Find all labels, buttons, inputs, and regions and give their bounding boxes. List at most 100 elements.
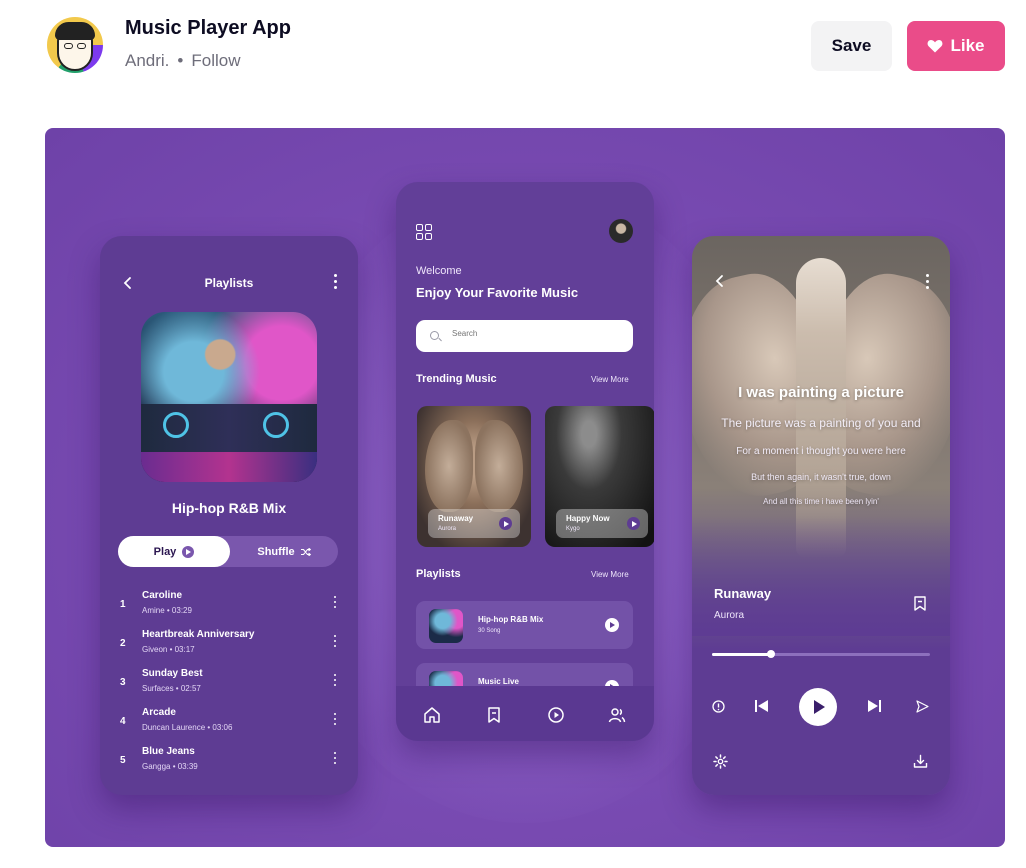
like-label: Like xyxy=(950,36,985,55)
play-icon[interactable] xyxy=(499,517,512,530)
track-name: Caroline xyxy=(142,590,183,601)
download-icon[interactable] xyxy=(913,754,928,769)
trending-card-artist: Kygo xyxy=(566,526,580,532)
trending-card[interactable]: Happy Now Kygo xyxy=(545,406,654,547)
settings-gear-icon[interactable] xyxy=(713,754,728,769)
track-name: Sunday Best xyxy=(142,668,203,679)
track-meta: Surfaces • 02:57 xyxy=(142,684,201,693)
lyric-line: But then again, it wasn't true, down xyxy=(751,472,891,482)
bottom-tab-bar xyxy=(396,686,654,741)
search-bar[interactable] xyxy=(416,320,633,352)
track-number: 1 xyxy=(120,599,126,610)
playlists-title: Playlists xyxy=(416,568,461,580)
track-row[interactable]: 4 Arcade Duncan Laurence • 03:06 xyxy=(100,705,358,741)
progress-fill xyxy=(712,653,771,656)
trending-card-title: Happy Now xyxy=(566,514,610,523)
playlists-view-more-link[interactable]: View More xyxy=(591,570,629,579)
send-icon[interactable] xyxy=(916,700,929,713)
track-name: Arcade xyxy=(142,707,176,718)
card-art-wing xyxy=(475,420,523,512)
profile-icon[interactable] xyxy=(608,706,626,724)
album-deck-knob xyxy=(163,412,189,438)
playlist-item-title: Hip-hop R&B Mix xyxy=(478,615,544,624)
playlist-thumbnail xyxy=(429,609,463,643)
user-avatar[interactable] xyxy=(609,219,633,243)
designer-avatar[interactable] xyxy=(47,17,103,73)
playlist-screen-title: Playlists xyxy=(204,276,254,290)
play-button[interactable]: Play xyxy=(118,536,230,567)
shot-header: Music Player App Andri. • Follow Save Like xyxy=(0,0,1026,100)
track-number: 2 xyxy=(120,638,126,649)
home-icon[interactable] xyxy=(423,706,441,724)
trending-card[interactable]: Runaway Aurora xyxy=(417,406,531,547)
heart-icon xyxy=(928,40,943,53)
player-screen: I was painting a picture The picture was… xyxy=(692,236,950,795)
track-options-icon[interactable] xyxy=(334,635,338,650)
follow-link[interactable]: Follow xyxy=(191,51,240,70)
info-icon[interactable] xyxy=(712,700,725,713)
track-row[interactable]: 1 Caroline Amine • 03:29 xyxy=(100,588,358,624)
card-art-wing xyxy=(425,420,473,512)
playlist-item[interactable]: Hip-hop R&B Mix 30 Song xyxy=(416,601,633,649)
track-number: 4 xyxy=(120,716,126,727)
track-options-icon[interactable] xyxy=(334,674,338,689)
search-icon xyxy=(430,331,439,340)
avatar-eye-right xyxy=(77,43,86,49)
play-circle-icon[interactable] xyxy=(547,706,565,724)
track-number: 3 xyxy=(120,677,126,688)
track-meta: Gangga • 03:39 xyxy=(142,762,198,771)
now-playing-title: Runaway xyxy=(714,586,772,601)
play-icon[interactable] xyxy=(605,618,619,632)
previous-track-icon[interactable] xyxy=(754,698,770,714)
shuffle-button[interactable]: Shuffle xyxy=(230,536,338,567)
now-playing-artist: Aurora xyxy=(714,610,745,621)
search-input[interactable] xyxy=(452,329,612,338)
menu-grid-icon[interactable] xyxy=(416,224,433,241)
home-screen: Welcome Enjoy Your Favorite Music Trendi… xyxy=(396,182,654,741)
trending-card-title: Runaway xyxy=(438,514,474,523)
album-crowd xyxy=(141,452,317,482)
home-headline: Enjoy Your Favorite Music xyxy=(416,285,579,300)
more-options-icon[interactable] xyxy=(926,274,930,292)
playlist-item-count: 30 Song xyxy=(478,628,501,634)
lyric-line: For a moment i thought you were here xyxy=(736,446,906,457)
play-icon[interactable] xyxy=(627,517,640,530)
album-cover xyxy=(141,312,317,482)
track-row[interactable]: 5 Blue Jeans Gangga • 03:39 xyxy=(100,744,358,780)
progress-bar[interactable] xyxy=(712,650,930,658)
track-options-icon[interactable] xyxy=(334,596,338,611)
trending-view-more-link[interactable]: View More xyxy=(591,375,629,384)
track-options-icon[interactable] xyxy=(334,713,338,728)
track-row[interactable]: 3 Sunday Best Surfaces • 02:57 xyxy=(100,666,358,702)
author-link[interactable]: Andri. xyxy=(125,51,169,70)
track-meta: Duncan Laurence • 03:06 xyxy=(142,723,233,732)
progress-handle[interactable] xyxy=(766,650,775,658)
next-track-icon[interactable] xyxy=(866,698,882,714)
avatar-hair xyxy=(55,22,95,40)
like-button[interactable]: Like xyxy=(907,21,1005,71)
trending-card-info: Runaway Aurora xyxy=(428,509,520,538)
byline-separator: • xyxy=(177,51,184,70)
play-icon xyxy=(182,545,195,558)
more-options-icon[interactable] xyxy=(334,274,338,292)
trending-card-info: Happy Now Kygo xyxy=(556,509,648,538)
shuffle-icon xyxy=(300,547,311,556)
track-meta: Amine • 03:29 xyxy=(142,606,192,615)
lyric-line: And all this time i have been lyin' xyxy=(763,497,879,506)
track-number: 5 xyxy=(120,755,126,766)
welcome-text: Welcome xyxy=(416,265,462,277)
play-pause-button[interactable] xyxy=(799,688,837,726)
shot-image[interactable]: Playlists Hip-hop R&B Mix Play Shuffle 1… xyxy=(45,128,1005,847)
shuffle-label: Shuffle xyxy=(257,545,295,558)
play-label: Play xyxy=(153,545,177,558)
track-name: Heartbreak Anniversary xyxy=(142,629,255,640)
save-button[interactable]: Save xyxy=(811,21,892,71)
track-options-icon[interactable] xyxy=(334,752,338,767)
back-arrow-icon[interactable] xyxy=(714,272,726,292)
bookmark-icon[interactable] xyxy=(485,706,503,724)
album-deck-knob xyxy=(263,412,289,438)
playlist-item-title: Music Live xyxy=(478,677,519,686)
track-row[interactable]: 2 Heartbreak Anniversary Giveon • 03:17 xyxy=(100,627,358,663)
bookmark-icon[interactable] xyxy=(914,596,926,611)
shot-title: Music Player App xyxy=(125,17,291,39)
